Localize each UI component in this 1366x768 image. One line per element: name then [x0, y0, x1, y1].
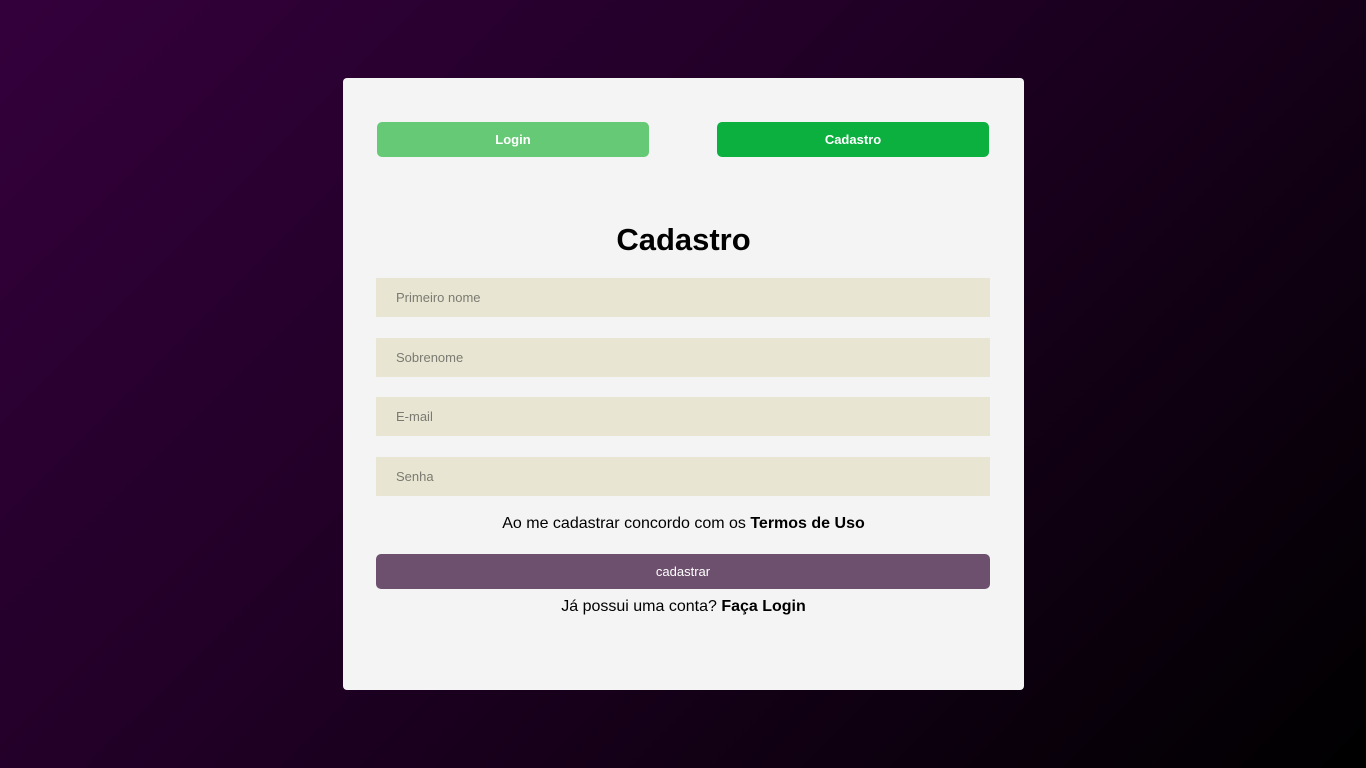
login-link[interactable]: Faça Login	[721, 598, 805, 615]
first-name-input[interactable]	[376, 278, 990, 317]
have-account-text: Já possui uma conta?	[561, 598, 722, 615]
terms-text: Ao me cadastrar concordo com os	[502, 515, 751, 532]
login-tab-button[interactable]: Login	[377, 122, 649, 157]
terms-notice: Ao me cadastrar concordo com os Termos d…	[343, 515, 1024, 533]
email-input[interactable]	[376, 397, 990, 436]
terms-link[interactable]: Termos de Uso	[750, 515, 864, 532]
signup-card: Login Cadastro Cadastro Ao me cadastrar …	[343, 78, 1024, 690]
have-account-line: Já possui uma conta? Faça Login	[343, 598, 1024, 616]
form-title: Cadastro	[616, 222, 751, 257]
cadastro-tab-button[interactable]: Cadastro	[717, 122, 989, 157]
password-input[interactable]	[376, 457, 990, 496]
cadastrar-button[interactable]: cadastrar	[376, 554, 990, 589]
last-name-input[interactable]	[376, 338, 990, 377]
